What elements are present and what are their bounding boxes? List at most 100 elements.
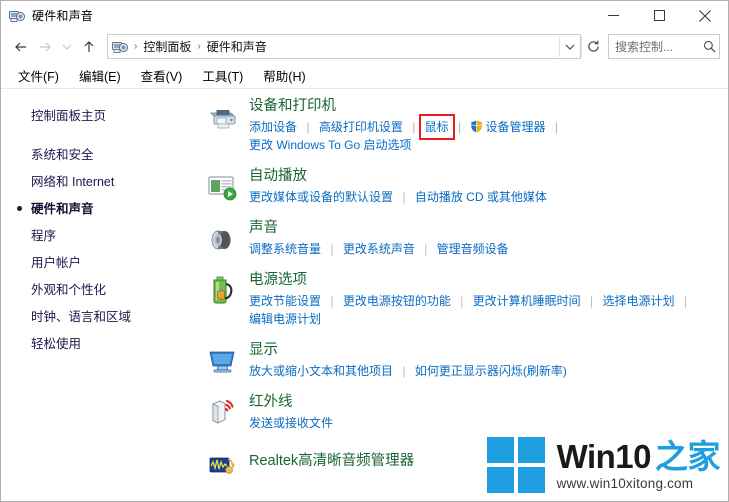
watermark-brand: Win10 [556, 437, 652, 475]
link-manage-audio-devices[interactable]: 管理音频设备 [437, 242, 509, 256]
back-button[interactable] [9, 35, 33, 59]
address-bar[interactable]: › 控制面板 › 硬件和声音 [107, 34, 581, 59]
link-change-sleep-time[interactable]: 更改计算机睡眠时间 [473, 294, 581, 308]
breadcrumb-separator-1[interactable]: › [195, 41, 202, 52]
link-separator: | [306, 120, 310, 134]
menu-bar: 文件(F) 编辑(E) 查看(V) 工具(T) 帮助(H) [1, 63, 728, 87]
watermark-brand-cn: 之家 [655, 437, 721, 475]
category-links-line2: 编辑电源计划 [249, 310, 728, 328]
link-autoplay-cd[interactable]: 自动播放 CD 或其他媒体 [415, 190, 547, 204]
category-body: 自动播放 更改媒体或设备的默认设置 | 自动播放 CD 或其他媒体 [249, 167, 728, 206]
menu-view[interactable]: 查看(V) [132, 64, 192, 87]
current-item-bullet [17, 205, 22, 211]
refresh-button[interactable] [581, 36, 604, 57]
up-button[interactable] [77, 35, 101, 59]
category-body: 电源选项 更改节能设置 | 更改电源按钮的功能 | 更改计算机睡眠时间 | 选择… [249, 271, 728, 328]
sidebar-item-appearance[interactable]: 外观和个性化 [1, 275, 197, 302]
link-fix-flicker[interactable]: 如何更正显示器闪烁(刷新率) [415, 364, 567, 378]
link-separator: | [554, 120, 558, 134]
realtek-audio-icon [205, 447, 239, 481]
category-links-line1: 调整系统音量 | 更改系统声音 | 管理音频设备 [249, 240, 728, 258]
sidebar-item-ease-of-access[interactable]: 轻松使用 [1, 329, 197, 356]
logo-quadrant [517, 467, 545, 493]
category-title[interactable]: 自动播放 [249, 167, 307, 186]
link-change-power-button-function[interactable]: 更改电源按钮的功能 [343, 294, 451, 308]
breadcrumb-separator-0: › [134, 41, 138, 52]
link-choose-power-plan[interactable]: 选择电源计划 [602, 294, 674, 308]
menu-tools[interactable]: 工具(T) [193, 64, 252, 87]
link-separator: | [460, 294, 464, 308]
sidebar-item-hardware-and-sound[interactable]: 硬件和声音 [1, 194, 197, 221]
sidebar-item-programs[interactable]: 程序 [1, 221, 197, 248]
sidebar-item-user-accounts[interactable]: 用户帐户 [1, 248, 197, 275]
address-hardware-icon [112, 39, 128, 55]
sidebar-item-system-and-security[interactable]: 系统和安全 [1, 140, 197, 167]
watermark-text: Win10 之家 www.win10xitong.com [556, 437, 721, 491]
category-devices-and-printers: 设备和打印机 添加设备 | 高级打印机设置 | 鼠标 | 设备管理器 | 更改 … [197, 97, 728, 154]
category-title[interactable]: 声音 [249, 219, 278, 238]
menu-file[interactable]: 文件(F) [9, 64, 68, 87]
link-separator: | [412, 120, 416, 134]
infrared-icon [205, 395, 239, 429]
link-send-receive-files[interactable]: 发送或接收文件 [249, 416, 333, 430]
link-separator: | [330, 294, 334, 308]
watermark-url: www.win10xitong.com [556, 475, 694, 491]
menu-edit[interactable]: 编辑(E) [70, 64, 130, 87]
breadcrumb-item-control-panel[interactable]: 控制面板 [139, 38, 195, 55]
address-dropdown-button[interactable] [559, 36, 580, 57]
control-panel-window: 硬件和声音 › 控制面板 › 硬件和声音 搜索控制... 文件(F) 编辑(E)… [0, 0, 729, 502]
recent-locations-button[interactable] [57, 35, 77, 59]
search-icon[interactable] [699, 40, 719, 53]
minimize-button[interactable] [590, 1, 636, 30]
category-sound: 声音 调整系统音量 | 更改系统声音 | 管理音频设备 [197, 219, 728, 258]
logo-quadrant [486, 437, 514, 463]
watermark-brand-row: Win10 之家 [556, 437, 721, 475]
category-body: 设备和打印机 添加设备 | 高级打印机设置 | 鼠标 | 设备管理器 | 更改 … [249, 97, 728, 154]
category-title[interactable]: 设备和打印机 [249, 97, 336, 116]
speaker-icon [205, 221, 239, 255]
breadcrumb-item-hardware-and-sound[interactable]: 硬件和声音 [203, 38, 271, 55]
link-separator: | [590, 294, 594, 308]
search-box[interactable]: 搜索控制... [608, 34, 720, 59]
autoplay-icon [205, 169, 239, 203]
link-change-system-sounds[interactable]: 更改系统声音 [343, 242, 415, 256]
link-add-device[interactable]: 添加设备 [249, 120, 297, 134]
link-separator: | [683, 294, 687, 308]
battery-icon [205, 273, 239, 307]
category-title[interactable]: 显示 [249, 341, 278, 360]
link-edit-power-plan[interactable]: 编辑电源计划 [249, 312, 321, 326]
sidebar-item-home[interactable]: 控制面板主页 [1, 101, 197, 128]
sidebar-item-network-and-internet[interactable]: 网络和 Internet [1, 167, 197, 194]
link-separator: | [330, 242, 334, 256]
navigation-bar: › 控制面板 › 硬件和声音 搜索控制... [1, 30, 728, 63]
close-button[interactable] [682, 1, 728, 30]
sidebar-item-clock-language-region[interactable]: 时钟、语言和区域 [1, 302, 197, 329]
link-text-size[interactable]: 放大或缩小文本和其他项目 [249, 364, 393, 378]
search-input[interactable]: 搜索控制... [609, 38, 699, 55]
highlighted-link-wrapper: 鼠标 [418, 114, 455, 140]
maximize-button[interactable] [636, 1, 682, 30]
category-title[interactable]: Realtek高清晰音频管理器 [249, 452, 414, 471]
category-links-line2: 更改 Windows To Go 启动选项 [249, 136, 728, 154]
link-adjust-system-volume[interactable]: 调整系统音量 [249, 242, 321, 256]
link-separator: | [424, 242, 428, 256]
link-mouse[interactable]: 鼠标 [425, 120, 449, 134]
category-infrared: 红外线 发送或接收文件 [197, 393, 728, 432]
watermark: Win10 之家 www.win10xitong.com [486, 437, 721, 493]
link-change-default-media-settings[interactable]: 更改媒体或设备的默认设置 [249, 190, 393, 204]
link-windows-to-go[interactable]: 更改 Windows To Go 启动选项 [249, 138, 411, 152]
category-body: 声音 调整系统音量 | 更改系统声音 | 管理音频设备 [249, 219, 728, 258]
title-bar: 硬件和声音 [1, 1, 728, 30]
link-device-manager[interactable]: 设备管理器 [485, 120, 545, 134]
monitor-icon [205, 343, 239, 377]
forward-button[interactable] [33, 35, 57, 59]
windows-logo [486, 437, 545, 493]
hardware-and-sound-icon [9, 8, 25, 24]
category-title[interactable]: 电源选项 [249, 271, 307, 290]
printer-icon [205, 99, 239, 133]
link-change-power-saving[interactable]: 更改节能设置 [249, 294, 321, 308]
menu-help[interactable]: 帮助(H) [254, 64, 314, 87]
category-title[interactable]: 红外线 [249, 393, 293, 412]
category-body: 显示 放大或缩小文本和其他项目 | 如何更正显示器闪烁(刷新率) [249, 341, 728, 380]
link-advanced-printer-settings[interactable]: 高级打印机设置 [319, 120, 403, 134]
